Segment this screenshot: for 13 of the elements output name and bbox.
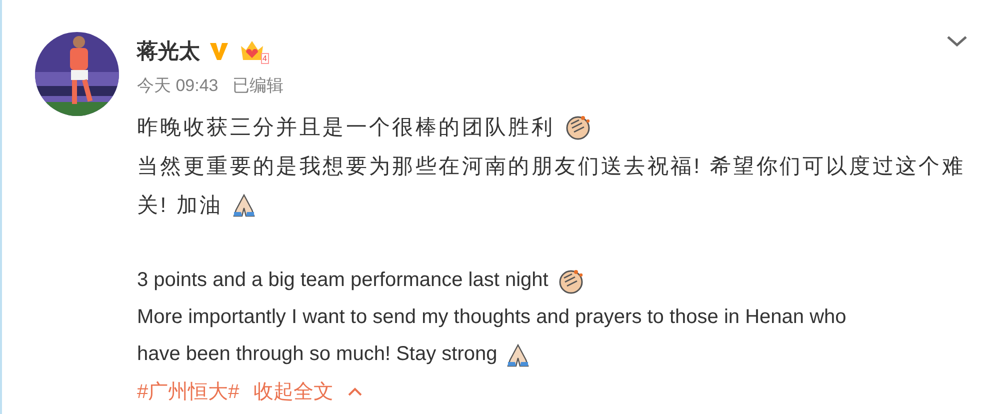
edited-label: 已编辑 <box>232 75 284 97</box>
post-text: have been through so much! Stay strong <box>137 343 498 366</box>
post-time: 今天 09:43 <box>137 75 218 97</box>
topic-link[interactable]: #广州恒大# <box>137 378 240 404</box>
collapse-button[interactable]: 收起全文 <box>253 378 364 404</box>
post-text: 3 points and a big team performance last night <box>137 269 548 292</box>
author-name[interactable]: 蒋光太 <box>137 37 200 65</box>
caret-up-icon <box>347 386 364 396</box>
vip-level: 4 <box>260 53 269 64</box>
post-text: More importantly I want to send my thoughts and prayers to those in Henan who <box>137 306 846 329</box>
post-text: 关! 加油 <box>137 192 223 218</box>
post-text: 昨晚收获三分并且是一个很棒的团队胜利 <box>137 114 555 140</box>
post-text: 当然更重要的是我想要为那些在河南的朋友们送去祝福! 希望你们可以度过这个难 <box>137 154 966 180</box>
